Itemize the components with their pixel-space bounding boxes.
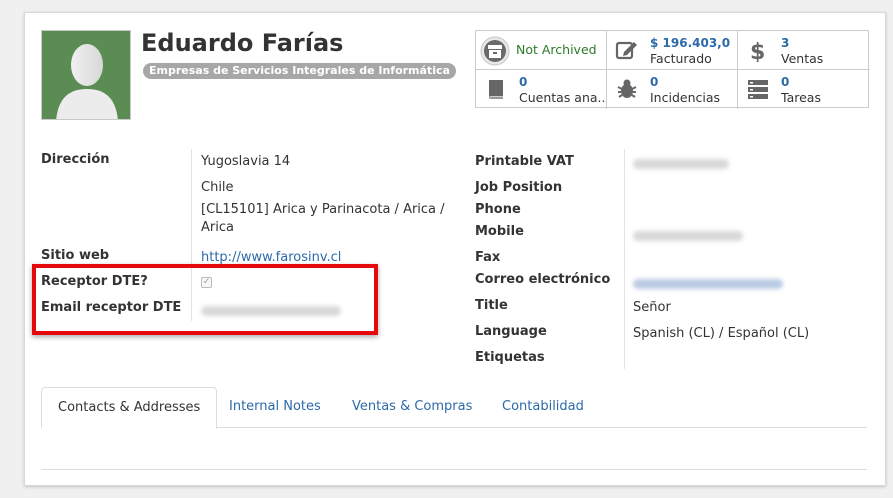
website-label: Sitio web <box>41 248 110 263</box>
tasks-icon <box>746 77 770 101</box>
phone-label: Phone <box>475 202 521 217</box>
sales-label: Ventas <box>781 51 824 66</box>
avatar-silhouette-icon <box>56 44 118 119</box>
address-label: Dirección <box>41 152 110 167</box>
issues-label: Incidencias <box>650 90 721 105</box>
smart-buttons: Not Archived $ 196.403,0 Facturado $ 3 V… <box>475 30 870 109</box>
right-column-divider <box>624 149 625 369</box>
sales-count: 3 <box>781 36 790 50</box>
tags-label: Etiquetas <box>475 350 545 365</box>
tab-contacts-addresses[interactable]: Contacts & Addresses <box>41 387 218 429</box>
tasks-button[interactable]: 0 Tareas <box>738 70 870 109</box>
analytic-accounts-button[interactable]: 0 Cuentas ana.. <box>476 70 607 109</box>
highlight-box <box>32 264 378 335</box>
vat-value-redacted <box>633 158 729 173</box>
email-value-redacted[interactable] <box>633 278 783 293</box>
archive-status-label: Not Archived <box>516 42 597 57</box>
partner-name: Eduardo Farías <box>141 29 344 57</box>
tab-internal-notes[interactable]: Internal Notes <box>213 387 337 429</box>
notebook-tabs: Contacts & Addresses Internal Notes Vent… <box>41 387 867 429</box>
invoiced-label: Facturado <box>650 51 712 66</box>
book-icon <box>484 77 508 101</box>
tab-sales-purchases[interactable]: Ventas & Compras <box>336 387 488 429</box>
partner-avatar[interactable] <box>41 30 131 120</box>
tab-accounting[interactable]: Contabilidad <box>486 387 600 429</box>
website-link[interactable]: http://www.farosinv.cl <box>201 250 341 265</box>
issues-button[interactable]: 0 Incidencias <box>607 70 738 109</box>
title-label: Title <box>475 298 508 313</box>
state-value-line1: [CL15101] Arica y Parinacota / Arica / <box>201 202 445 217</box>
invoiced-button[interactable]: $ 196.403,0 Facturado <box>607 31 738 70</box>
tasks-count: 0 <box>781 75 790 89</box>
country-value: Chile <box>201 180 234 195</box>
partner-form-sheet: Eduardo Farías Empresas de Servicios Int… <box>24 12 886 486</box>
state-value-line2: Arica <box>201 220 234 235</box>
title-value: Señor <box>633 300 671 315</box>
invoiced-value: $ 196.403,0 <box>650 36 731 50</box>
accounts-count: 0 <box>519 75 528 89</box>
archive-toggle-button[interactable]: Not Archived <box>476 31 607 70</box>
sales-button[interactable]: $ 3 Ventas <box>738 31 870 70</box>
pencil-square-icon <box>615 38 639 62</box>
mobile-label: Mobile <box>475 224 524 239</box>
language-value: Spanish (CL) / Español (CL) <box>633 326 810 341</box>
job-position-label: Job Position <box>475 180 563 195</box>
mobile-value-redacted <box>633 230 743 245</box>
fax-label: Fax <box>475 250 501 265</box>
partner-category-tag[interactable]: Empresas de Servicios Integrales de Info… <box>143 63 456 79</box>
issues-count: 0 <box>650 75 659 89</box>
vat-label: Printable VAT <box>475 154 574 169</box>
bug-icon <box>615 77 639 101</box>
email-label: Correo electrónico <box>475 272 611 287</box>
tab-content-bottom-border <box>41 469 867 470</box>
language-label: Language <box>475 324 547 339</box>
tasks-label: Tareas <box>781 90 821 105</box>
svg-text:$: $ <box>750 40 765 62</box>
archive-icon <box>480 36 510 66</box>
accounts-label: Cuentas ana.. <box>519 90 606 105</box>
dollar-icon: $ <box>746 38 770 65</box>
street-value: Yugoslavia 14 <box>201 154 291 169</box>
